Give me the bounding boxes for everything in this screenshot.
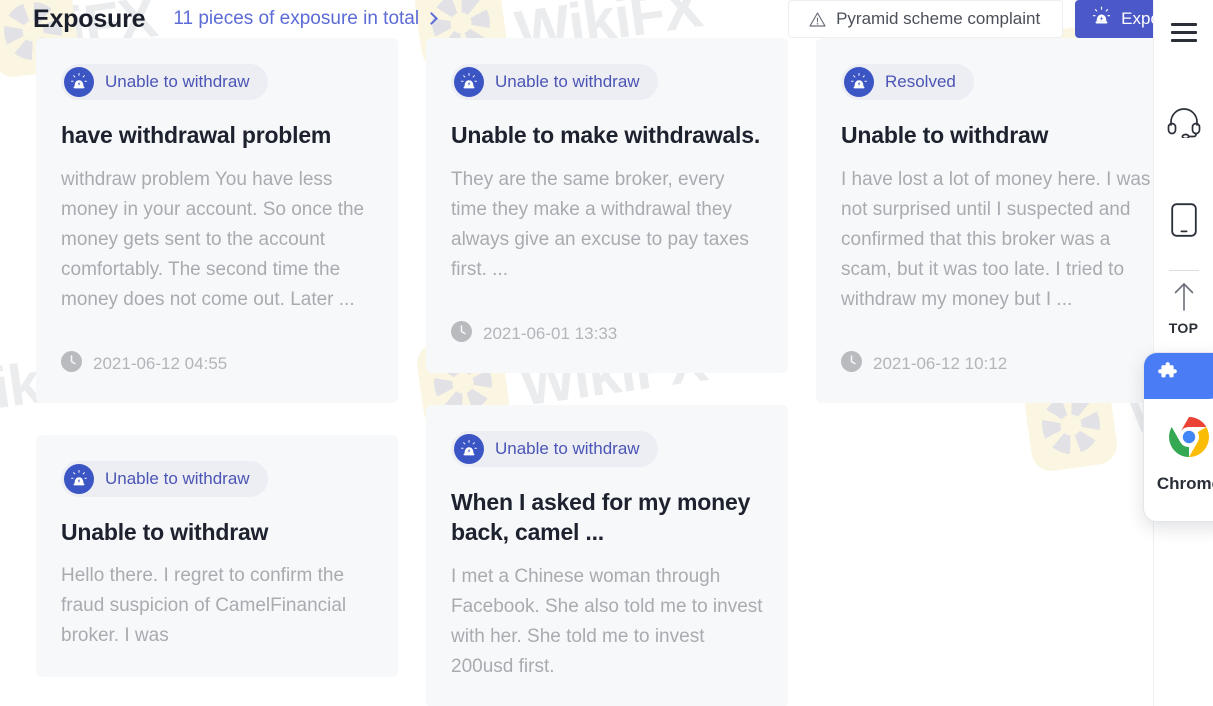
card-body: They are the same broker, every time the…	[451, 168, 749, 280]
scroll-to-top-label: TOP	[1168, 320, 1199, 336]
clock-icon	[841, 350, 862, 377]
card-body: I have lost a lot of money here. I was n…	[841, 168, 1151, 310]
exposure-card[interactable]: Resolved Unable to withdraw I have lost …	[816, 38, 1178, 403]
hamburger-menu-icon[interactable]	[1154, 10, 1213, 54]
card-title: Unable to withdraw	[61, 518, 269, 545]
card-title: Unable to withdraw	[841, 122, 1049, 148]
card-timestamp: 2021-06-01 13:33	[451, 320, 764, 347]
card-timestamp-label: 2021-06-12 04:55	[93, 353, 228, 373]
exposure-card[interactable]: Unable to withdraw Unable to withdraw He…	[36, 434, 398, 678]
card-timestamp-label: 2021-06-12 10:12	[873, 353, 1008, 373]
card-column: Unable to withdraw Unable to make withdr…	[426, 38, 788, 706]
status-badge: Unable to withdraw	[451, 430, 658, 467]
exposure-card[interactable]: Unable to withdraw have withdrawal probl…	[36, 38, 398, 403]
alarm-siren-icon	[64, 463, 94, 494]
exposure-total-label: 11 pieces of exposure in total	[173, 8, 420, 29]
alarm-siren-icon	[454, 67, 484, 97]
exposure-card[interactable]: Unable to withdraw Unable to make withdr…	[426, 38, 788, 373]
status-badge-label: Unable to withdraw	[495, 72, 640, 91]
mobile-app-button[interactable]	[1154, 190, 1213, 254]
card-title: have withdrawal problem	[61, 122, 332, 148]
rail-divider	[1168, 270, 1199, 271]
chrome-logo-wrap	[1144, 413, 1213, 466]
status-badge: Unable to withdraw	[61, 460, 268, 497]
clock-icon	[61, 350, 82, 377]
card-timestamp: 2021-06-12 10:12	[841, 350, 1154, 377]
status-badge: Unable to withdraw	[451, 64, 658, 100]
warning-triangle-icon	[809, 11, 826, 27]
pyramid-scheme-complaint-label: Pyramid scheme complaint	[836, 9, 1041, 28]
alarm-siren-icon	[454, 433, 484, 464]
chrome-extension-popup[interactable]: Chrome	[1143, 352, 1213, 522]
status-badge: Resolved	[841, 64, 974, 100]
pyramid-scheme-complaint-button[interactable]: Pyramid scheme complaint	[788, 0, 1064, 38]
card-timestamp-label: 2021-06-01 13:33	[483, 323, 618, 343]
exposure-card-grid: Unable to withdraw have withdrawal probl…	[0, 38, 1213, 706]
card-column: Resolved Unable to withdraw I have lost …	[816, 38, 1178, 706]
mobile-phone-icon	[1170, 202, 1197, 242]
alarm-siren-icon	[64, 67, 94, 97]
exposure-card[interactable]: Unable to withdraw When I asked for my m…	[426, 404, 788, 706]
status-badge-label: Unable to withdraw	[495, 438, 640, 458]
chrome-logo-icon	[1165, 413, 1213, 466]
card-body: I met a Chinese woman through Facebook. …	[451, 565, 763, 677]
page-header: Exposure 11 pieces of exposure in total …	[0, 0, 1213, 38]
status-badge-label: Resolved	[885, 72, 956, 91]
card-timestamp: 2021-06-12 04:55	[61, 350, 374, 377]
status-badge-label: Unable to withdraw	[105, 468, 250, 488]
chevron-right-icon	[425, 12, 438, 25]
arrow-up-icon	[1170, 282, 1198, 317]
puzzle-piece-icon	[1156, 361, 1180, 391]
card-column: Unable to withdraw have withdrawal probl…	[36, 38, 398, 706]
scroll-to-top-button[interactable]: TOP	[1154, 279, 1213, 339]
exposure-total-link[interactable]: 11 pieces of exposure in total	[173, 8, 438, 30]
alarm-siren-icon	[844, 67, 874, 97]
alarm-siren-icon	[1091, 6, 1112, 32]
header-actions: Pyramid scheme complaint	[788, 0, 1213, 38]
card-title: When I asked for my money back, camel ..…	[451, 488, 751, 546]
card-body: Hello there. I regret to confirm the fra…	[61, 565, 347, 647]
page-root: WikiFX WikiFX WikiFX WikiFX WikiFX WikiF…	[0, 0, 1213, 706]
status-badge: Unable to withdraw	[61, 64, 268, 100]
chrome-popup-label: Chrome	[1156, 474, 1213, 493]
card-title: Unable to make withdrawals.	[451, 122, 761, 148]
status-badge-label: Unable to withdraw	[105, 72, 250, 91]
card-body: withdraw problem You have less money in …	[61, 168, 365, 310]
chrome-popup-header	[1144, 353, 1213, 399]
clock-icon	[451, 320, 472, 347]
headset-icon	[1167, 107, 1201, 143]
support-button[interactable]	[1154, 90, 1213, 160]
page-title: Exposure	[33, 4, 146, 33]
